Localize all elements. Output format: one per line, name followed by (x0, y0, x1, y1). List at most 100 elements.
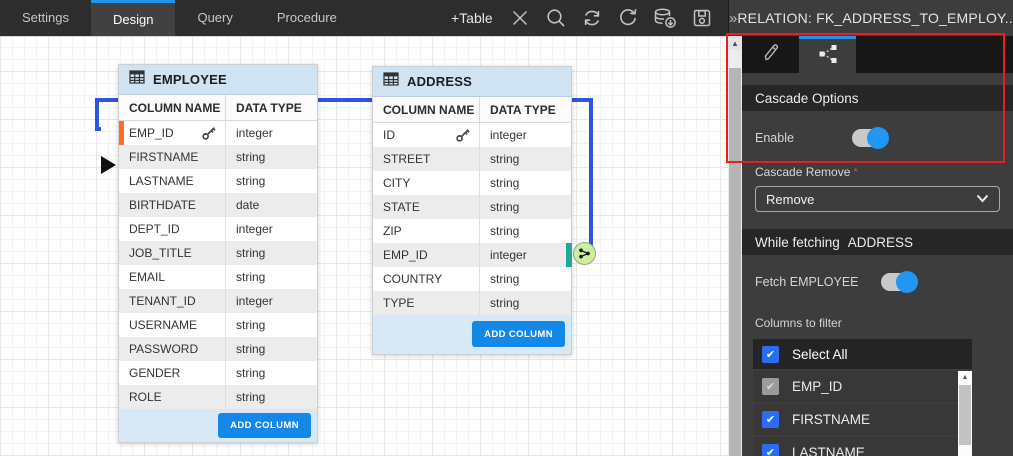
tab-edit[interactable] (742, 36, 799, 73)
table-row[interactable]: STREET string (373, 147, 571, 171)
table-row[interactable]: PASSWORD string (119, 337, 317, 361)
columns-filter-list: ✔ Select All ✔ EMP_ID ✔ FIRSTNAME ✔ LAST… (753, 339, 972, 456)
column-name: USERNAME (129, 318, 197, 332)
table-address-header[interactable]: ADDRESS (373, 67, 571, 97)
panel-scrollbar[interactable]: ▲ (728, 36, 742, 456)
tab-query[interactable]: Query (175, 0, 254, 36)
table-row[interactable]: COUNTRY string (373, 267, 571, 291)
column-name: ID (383, 128, 395, 142)
save-icon[interactable] (690, 6, 714, 30)
list-item[interactable]: ✔ EMP_ID (753, 371, 972, 402)
list-item[interactable]: ✔ LASTNAME (753, 437, 972, 456)
table-row[interactable]: EMP_ID integer (119, 121, 317, 145)
table-employee-header[interactable]: EMPLOYEE (119, 65, 317, 95)
scroll-up-icon[interactable]: ▲ (958, 371, 972, 384)
enable-label: Enable (755, 131, 794, 145)
select-value: Remove (766, 192, 814, 207)
section-table-name: ADDRESS (848, 235, 913, 250)
add-column-button[interactable]: ADD COLUMN (472, 321, 565, 347)
primary-key-icon (455, 127, 471, 146)
scrollbar-thumb[interactable] (729, 68, 741, 456)
list-scrollbar[interactable]: ▲ (958, 371, 972, 456)
columns-to-filter-label: Columns to filter (755, 316, 1000, 330)
table-grid-icon (129, 70, 145, 89)
checkbox-checked-icon[interactable]: ✔ (762, 444, 779, 456)
column-type: string (480, 219, 571, 243)
checkbox-disabled-icon: ✔ (762, 378, 779, 395)
add-column-button[interactable]: ADD COLUMN (218, 413, 311, 438)
checkbox-checked-icon[interactable]: ✔ (762, 346, 779, 363)
refresh-icon[interactable] (616, 6, 640, 30)
add-table-button[interactable]: +Table (451, 0, 493, 36)
close-icon[interactable] (508, 6, 532, 30)
table-footer: ADD COLUMN (119, 409, 317, 442)
scroll-up-icon[interactable]: ▲ (728, 36, 742, 50)
schema-canvas[interactable]: EMPLOYEE COLUMN NAME DATA TYPE EMP_ID (0, 36, 728, 456)
column-name: EMP_ID (383, 248, 428, 262)
column-name: STATE (383, 200, 420, 214)
column-type: string (480, 171, 571, 195)
column-name: JOB_TITLE (129, 246, 192, 260)
relation-arrow-icon (101, 156, 116, 174)
table-row[interactable]: EMAIL string (119, 265, 317, 289)
select-all-label: Select All (792, 347, 848, 362)
table-row[interactable]: STATE string (373, 195, 571, 219)
db-export-icon[interactable] (652, 6, 678, 30)
table-row[interactable]: BIRTHDATE date (119, 193, 317, 217)
table-employee[interactable]: EMPLOYEE COLUMN NAME DATA TYPE EMP_ID (118, 64, 318, 443)
column-type: string (480, 147, 571, 171)
table-row[interactable]: CITY string (373, 171, 571, 195)
search-icon[interactable] (544, 6, 568, 30)
column-type: integer (480, 243, 571, 267)
column-type: string (226, 241, 317, 265)
column-type: string (480, 267, 571, 291)
table-row[interactable]: TYPE string (373, 291, 571, 315)
table-row[interactable]: ZIP string (373, 219, 571, 243)
required-asterisk: * (853, 165, 858, 179)
checkbox-checked-icon[interactable]: ✔ (762, 411, 779, 428)
table-row[interactable]: GENDER string (119, 361, 317, 385)
tab-design[interactable]: Design (91, 0, 175, 36)
scrollbar-thumb[interactable] (959, 385, 971, 445)
column-type: integer (226, 289, 317, 313)
column-name: EMP_ID (129, 126, 174, 140)
col-header-type: DATA TYPE (480, 97, 571, 122)
col-header-type: DATA TYPE (226, 95, 317, 120)
table-row[interactable]: JOB_TITLE string (119, 241, 317, 265)
tab-procedure[interactable]: Procedure (255, 0, 359, 36)
cascade-remove-select[interactable]: Remove (755, 186, 1000, 212)
table-name: EMPLOYEE (153, 72, 227, 87)
fetch-label: Fetch EMPLOYEE (755, 275, 859, 289)
toolbar-icons (508, 0, 714, 36)
cascade-options-header: Cascade Options (742, 85, 1013, 111)
list-item-label: LASTNAME (792, 445, 865, 456)
sync-icon[interactable] (580, 6, 604, 30)
table-row[interactable]: TENANT_ID integer (119, 289, 317, 313)
column-type: string (226, 313, 317, 337)
table-row[interactable]: FIRSTNAME string (119, 145, 317, 169)
table-name: ADDRESS (407, 74, 472, 89)
column-type: string (480, 291, 571, 315)
select-all-row[interactable]: ✔ Select All (753, 339, 972, 369)
collapse-panel-icon[interactable]: » (729, 10, 737, 27)
column-type: integer (226, 217, 317, 241)
table-row[interactable]: DEPT_ID integer (119, 217, 317, 241)
panel-header: » RELATION: FK_ADDRESS_TO_EMPLOY... (728, 0, 1013, 36)
list-item[interactable]: ✔ FIRSTNAME (753, 404, 972, 435)
column-name: ROLE (129, 390, 162, 404)
relation-connector-icon[interactable] (573, 242, 596, 265)
column-name: LASTNAME (129, 174, 194, 188)
table-row[interactable]: USERNAME string (119, 313, 317, 337)
fetch-toggle[interactable] (881, 273, 915, 291)
enable-toggle[interactable] (852, 129, 886, 147)
table-row-foreign-key[interactable]: EMP_ID integer (373, 243, 571, 267)
column-type: string (226, 385, 317, 409)
panel-title: RELATION: FK_ADDRESS_TO_EMPLOY... (737, 10, 1013, 26)
table-row[interactable]: ID integer (373, 123, 571, 147)
column-name: TENANT_ID (129, 294, 196, 308)
table-row[interactable]: LASTNAME string (119, 169, 317, 193)
table-row[interactable]: ROLE string (119, 385, 317, 409)
tab-settings[interactable]: Settings (0, 0, 91, 36)
table-address[interactable]: ADDRESS COLUMN NAME DATA TYPE ID (372, 66, 572, 355)
tab-relation[interactable] (799, 36, 856, 73)
